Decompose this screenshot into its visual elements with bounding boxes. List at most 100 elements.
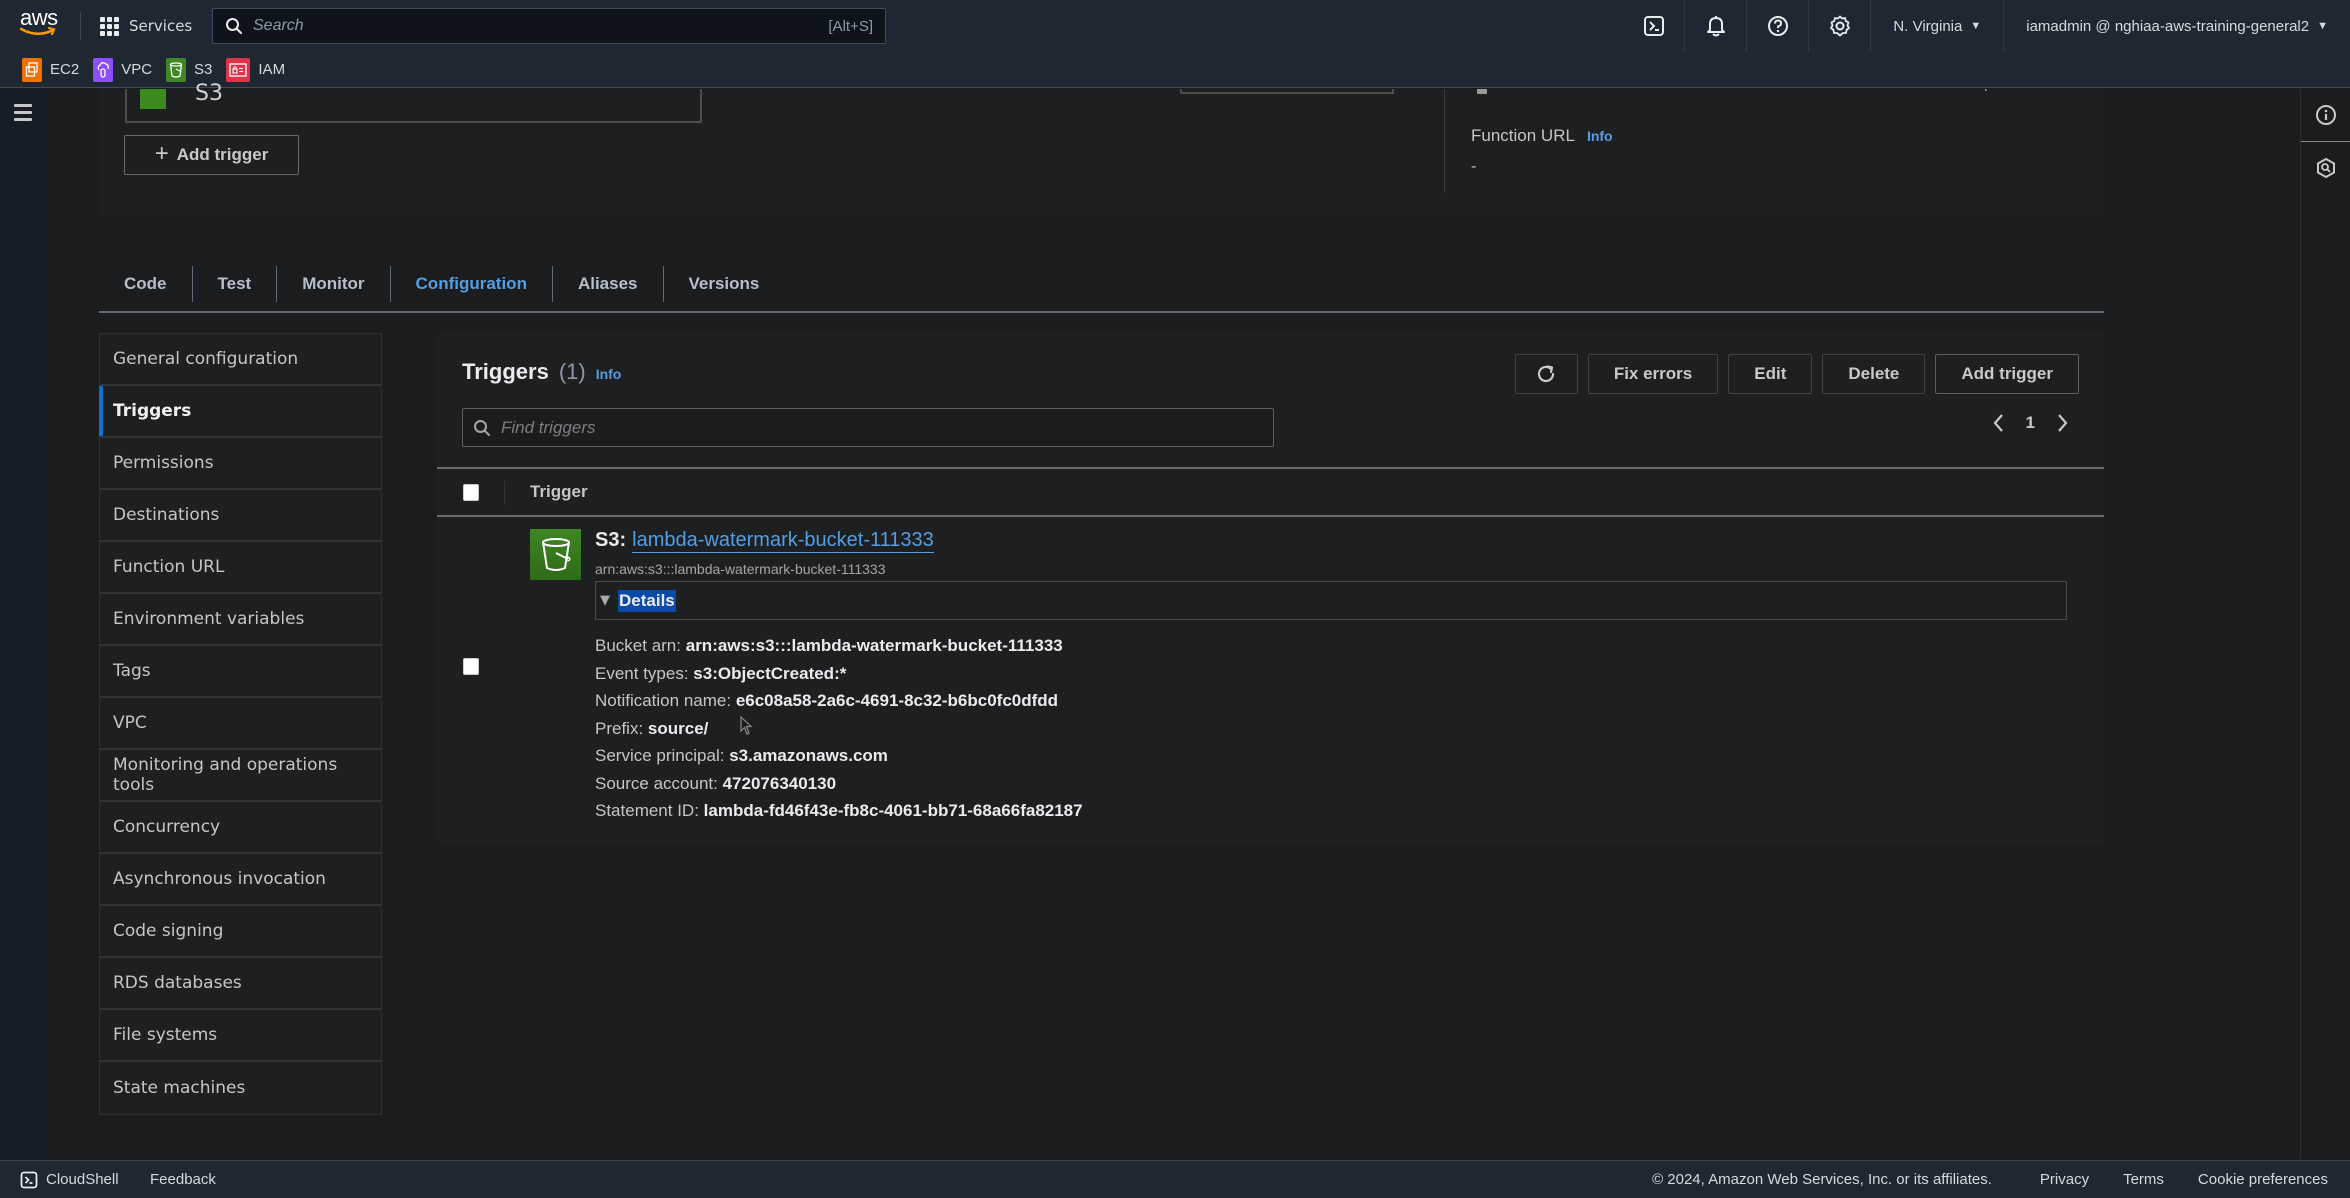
trigger-details: Bucket arn: arn:aws:s3:::lambda-watermar… xyxy=(595,635,1083,828)
diagram-add-trigger-button[interactable]: + Add trigger xyxy=(124,135,299,175)
add-trigger-button[interactable]: Add trigger xyxy=(1935,354,2079,394)
region-label: N. Virginia xyxy=(1893,17,1963,35)
detail-statement-id: Statement ID: lambda-fd46f43e-fb8c-4061-… xyxy=(595,801,1083,820)
table-row: S3: lambda-watermark-bucket-111333 arn:a… xyxy=(437,519,2104,829)
config-menu-environment-variables[interactable]: Environment variables xyxy=(100,594,381,646)
global-search-input[interactable] xyxy=(253,17,829,35)
details-expander[interactable]: ▼ Details xyxy=(595,581,2067,620)
aws-logo[interactable]: aws xyxy=(20,7,64,44)
config-menu-general-configuration[interactable]: General configuration xyxy=(100,334,381,386)
fix-errors-button[interactable]: Fix errors xyxy=(1587,354,1719,394)
info-circle-icon xyxy=(2316,105,2336,125)
config-menu-async-invocation[interactable]: Asynchronous invocation xyxy=(100,854,381,906)
function-url-value: - xyxy=(1471,157,1477,175)
trigger-service: S3: xyxy=(595,529,627,551)
vpc-icon xyxy=(93,57,114,82)
diagram-destination-box[interactable] xyxy=(1180,89,1394,94)
notifications-button[interactable] xyxy=(1685,0,1748,52)
privacy-link[interactable]: Privacy xyxy=(2040,1171,2089,1188)
favorite-vpc[interactable]: VPC xyxy=(93,57,152,82)
search-shortcut-hint: [Alt+S] xyxy=(828,17,873,35)
function-url-info-link[interactable]: Info xyxy=(1587,128,1613,144)
triggers-info-link[interactable]: Info xyxy=(596,366,622,382)
config-menu-triggers[interactable]: Triggers xyxy=(99,386,381,438)
tab-versions[interactable]: Versions xyxy=(664,266,785,302)
favorite-iam[interactable]: IAM xyxy=(226,57,285,82)
row-select-checkbox[interactable] xyxy=(463,658,479,675)
delete-button[interactable]: Delete xyxy=(1822,354,1926,394)
config-menu-tags[interactable]: Tags xyxy=(100,646,381,698)
config-menu-vpc[interactable]: VPC xyxy=(100,698,381,750)
tab-configuration[interactable]: Configuration xyxy=(391,265,553,302)
favorite-s3[interactable]: S3 xyxy=(166,57,212,82)
cloudshell-button[interactable] xyxy=(1623,0,1686,52)
function-url-label: Function URL xyxy=(1471,126,1575,145)
favorite-label: EC2 xyxy=(50,61,80,78)
s3-icon xyxy=(166,57,187,82)
detail-service-principal: Service principal: s3.amazonaws.com xyxy=(595,746,888,765)
account-menu[interactable]: iamadmin @ nghiaa-aws-training-general2 … xyxy=(2003,0,2350,52)
config-menu-state-machines[interactable]: State machines xyxy=(100,1062,381,1114)
help-icon xyxy=(1767,16,1788,36)
current-page[interactable]: 1 xyxy=(2026,413,2035,433)
edit-button[interactable]: Edit xyxy=(1728,354,1813,394)
copy-icon[interactable] xyxy=(1477,89,1487,94)
settings-button[interactable] xyxy=(1809,0,1872,52)
function-arn-row: arn:aws:lambda:us-east-1:472076340130:fu… xyxy=(1477,89,2077,95)
triggers-table-header: Trigger xyxy=(437,467,2104,517)
config-menu-monitoring[interactable]: Monitoring and operations tools xyxy=(100,750,381,802)
feedback-link[interactable]: Feedback xyxy=(150,1171,216,1188)
region-selector[interactable]: N. Virginia ▼ xyxy=(1871,0,2003,52)
global-search[interactable]: [Alt+S] xyxy=(212,8,886,44)
next-page-button[interactable] xyxy=(2057,413,2069,433)
open-navigation-menu-icon[interactable] xyxy=(14,104,32,125)
chevron-right-icon xyxy=(2058,414,2068,432)
top-nav-right: N. Virginia ▼ iamadmin @ nghiaa-aws-trai… xyxy=(1623,0,2350,52)
config-menu-rds-databases[interactable]: RDS databases xyxy=(100,958,381,1010)
overview-divider xyxy=(1444,89,1445,193)
detail-prefix: Prefix: source/ xyxy=(595,718,709,738)
trigger-bucket-link[interactable]: lambda-watermark-bucket-111333 xyxy=(632,529,934,553)
config-menu-file-systems[interactable]: File systems xyxy=(100,1010,381,1062)
tools-panel-strip xyxy=(2300,89,2350,1159)
tab-monitor[interactable]: Monitor xyxy=(277,265,391,302)
s3-icon xyxy=(140,89,166,109)
config-menu-destinations[interactable]: Destinations xyxy=(100,490,381,542)
triggers-panel: Triggers (1) Info Fix errors Edit Delete… xyxy=(437,333,2104,844)
account-label: iamadmin @ nghiaa-aws-training-general2 xyxy=(2026,17,2310,35)
function-arn-text: arn:aws:lambda:us-east-1:472076340130:fu… xyxy=(1505,89,2025,92)
tutorials-panel-button[interactable] xyxy=(2301,142,2350,194)
help-button[interactable] xyxy=(1747,0,1810,52)
favorite-ec2[interactable]: EC2 xyxy=(22,57,80,82)
find-triggers-input[interactable] xyxy=(501,417,1273,438)
terms-link[interactable]: Terms xyxy=(2123,1171,2164,1188)
services-menu-button[interactable]: Services xyxy=(100,12,192,40)
config-menu-code-signing[interactable]: Code signing xyxy=(100,906,381,958)
details-label: Details xyxy=(618,589,676,612)
top-navigation: aws Services [Alt+S] xyxy=(0,0,2350,52)
cloudshell-footer-button[interactable]: CloudShell xyxy=(20,1171,119,1189)
notifications-bell-icon xyxy=(1706,16,1725,37)
config-menu-concurrency[interactable]: Concurrency xyxy=(100,802,381,854)
cookie-preferences-link[interactable]: Cookie preferences xyxy=(2198,1171,2328,1188)
config-menu-function-url[interactable]: Function URL xyxy=(100,542,381,594)
info-panel-button[interactable] xyxy=(2301,89,2350,141)
side-navigation-collapsed xyxy=(0,89,48,1159)
tab-aliases[interactable]: Aliases xyxy=(553,265,664,302)
detail-bucket-arn: Bucket arn: arn:aws:s3:::lambda-watermar… xyxy=(595,636,1063,655)
favorites-bar: EC2 VPC S3 IAM xyxy=(0,52,2350,88)
config-menu-permissions[interactable]: Permissions xyxy=(100,438,381,490)
find-triggers-field[interactable] xyxy=(462,408,1274,447)
tab-test[interactable]: Test xyxy=(193,265,278,302)
previous-page-button[interactable] xyxy=(1992,413,2004,433)
diagram-s3-trigger-node[interactable]: S3 xyxy=(125,81,702,123)
select-all-checkbox[interactable] xyxy=(463,484,479,501)
trigger-title: S3: lambda-watermark-bucket-111333 xyxy=(595,529,934,553)
tab-code[interactable]: Code xyxy=(99,265,193,302)
trigger-column-header[interactable]: Trigger xyxy=(530,482,588,502)
refresh-button[interactable] xyxy=(1514,354,1578,394)
pagination: 1 xyxy=(1992,413,2069,433)
triggers-heading: Triggers (1) Info xyxy=(462,359,621,385)
configuration-menu: General configuration Triggers Permissio… xyxy=(99,333,382,1115)
function-tabs: Code Test Monitor Configuration Aliases … xyxy=(99,256,2104,313)
